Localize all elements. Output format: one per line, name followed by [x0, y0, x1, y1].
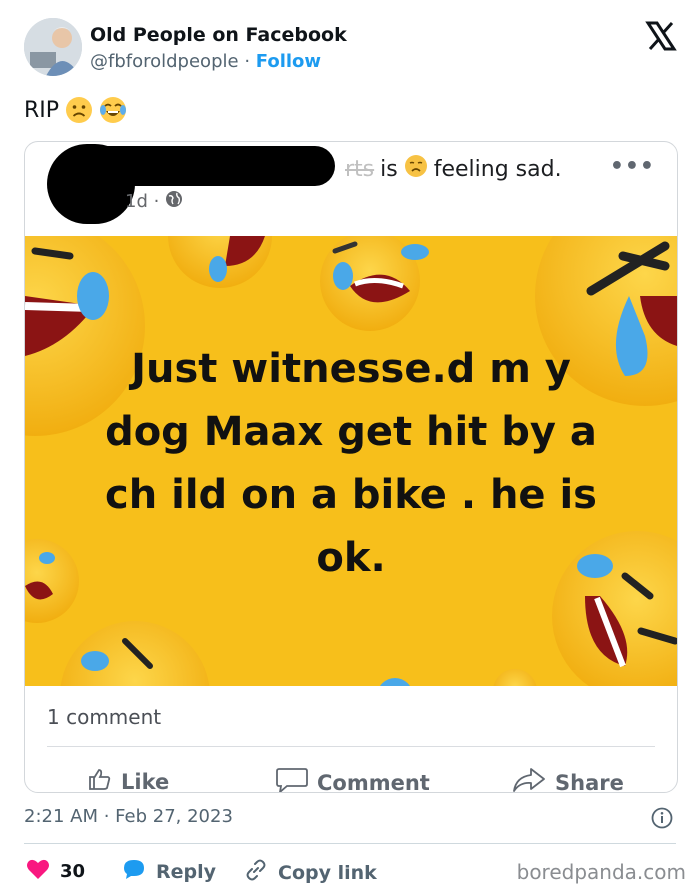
more-options-icon[interactable]: ••• — [610, 154, 655, 179]
heart-icon — [26, 858, 50, 885]
redacted-name-fragment: rts — [345, 156, 375, 182]
site-watermark: boredpanda.com — [516, 860, 686, 884]
slightly-frowning-face-icon — [65, 96, 93, 124]
fb-comment-button: Comment — [275, 766, 430, 793]
fb-share-button: Share — [511, 766, 624, 793]
meme-caption-line: dog Maax get hit by a — [105, 409, 597, 455]
author-handle[interactable]: @fbforoldpeople — [90, 51, 239, 72]
reply-button[interactable]: Reply — [122, 858, 216, 885]
link-icon — [244, 858, 268, 887]
reply-label: Reply — [156, 860, 217, 883]
thumbs-up-icon — [87, 766, 113, 792]
divider — [47, 746, 655, 747]
globe-icon — [165, 190, 183, 213]
like-label: Like — [121, 769, 170, 793]
fb-status-line: rts is feeling sad. — [345, 154, 562, 184]
meme-caption: Just witnesse.d m y dog Maax get hit by … — [65, 338, 637, 590]
embedded-image-card[interactable]: rts is feeling sad. 1d · ••• Just witnes… — [24, 141, 678, 793]
status-text: feeling sad. — [433, 156, 562, 182]
comment-bubble-icon — [275, 766, 309, 792]
author-name[interactable]: Old People on Facebook — [90, 24, 347, 46]
divider — [24, 843, 676, 844]
joy-emoji-icon — [99, 96, 127, 124]
meme-image: Just witnesse.d m y dog Maax get hit by … — [25, 236, 677, 686]
tweet-timestamp[interactable]: 2:21 AM · Feb 27, 2023 — [24, 806, 233, 827]
share-label: Share — [555, 770, 624, 793]
sad-face-icon — [404, 154, 428, 184]
comment-count: 1 comment — [47, 705, 162, 729]
meme-caption-line: ok. — [316, 535, 386, 581]
tweet-text: RIP — [24, 97, 60, 123]
info-icon[interactable] — [651, 807, 673, 829]
fb-post-time: 1d · — [125, 190, 183, 213]
post-time: 1d · — [125, 191, 160, 212]
like-button[interactable]: 30 — [26, 858, 85, 885]
x-logo-icon[interactable] — [645, 20, 677, 52]
fb-like-button: Like — [87, 766, 170, 793]
like-count: 30 — [60, 861, 86, 882]
tweet-text-row: RIP — [24, 96, 127, 124]
redacted-name — [85, 146, 335, 186]
copy-link-button[interactable]: Copy link — [244, 858, 377, 887]
share-arrow-icon — [511, 766, 547, 792]
status-is: is — [380, 156, 398, 182]
follow-button[interactable]: Follow — [256, 51, 321, 72]
meme-caption-line: Just witnesse.d m y — [131, 346, 571, 392]
separator-dot: · — [244, 51, 251, 72]
copy-link-label: Copy link — [278, 861, 377, 884]
author-avatar[interactable] — [24, 18, 82, 76]
meme-caption-line: ch ild on a bike . he is — [105, 472, 597, 518]
author-handle-row: @fbforoldpeople · Follow — [90, 51, 321, 72]
comment-label: Comment — [317, 770, 430, 793]
speech-bubble-icon — [122, 858, 146, 885]
